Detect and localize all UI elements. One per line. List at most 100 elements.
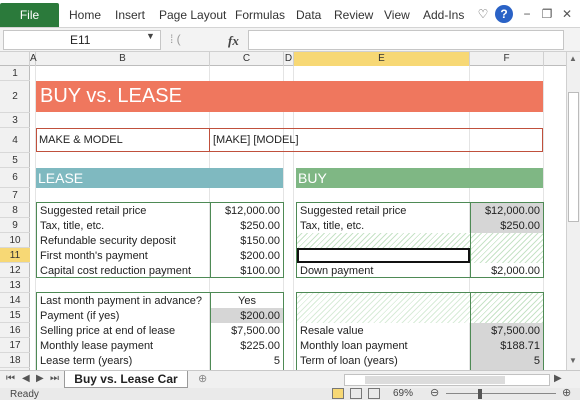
sheet-tab-buy-vs-lease[interactable]: Buy vs. Lease Car xyxy=(64,371,188,388)
lease-header: LEASE xyxy=(36,168,283,188)
row-header[interactable]: 14 xyxy=(0,293,30,308)
lease-table-2: Last month payment in advance? Yes Payme… xyxy=(36,292,284,370)
lease-value[interactable]: $12,000.00 xyxy=(211,204,283,218)
zoom-level[interactable]: 69% xyxy=(393,388,413,399)
tab-page-layout[interactable]: Page Layout xyxy=(159,8,226,22)
scroll-right-icon[interactable]: ▶ xyxy=(554,373,562,384)
row-header[interactable]: 16 xyxy=(0,323,30,338)
buy-value[interactable]: 5 xyxy=(471,354,543,368)
select-all-corner[interactable] xyxy=(0,52,30,66)
restore-window-icon[interactable]: ❐ xyxy=(538,5,556,23)
help-icon[interactable]: ? xyxy=(495,5,513,23)
normal-view-icon[interactable] xyxy=(332,388,344,399)
horizontal-scrollbar[interactable] xyxy=(344,374,550,386)
next-sheet-icon[interactable]: ▶ xyxy=(36,373,44,384)
zoom-slider[interactable] xyxy=(446,393,556,394)
formula-input[interactable] xyxy=(248,30,564,50)
status-text: Ready xyxy=(10,389,39,400)
zoom-in-icon[interactable]: ⊕ xyxy=(562,386,571,399)
zoom-out-icon[interactable]: ⊖ xyxy=(430,386,439,399)
buy-value[interactable]: $250.00 xyxy=(471,219,543,233)
zoom-slider-thumb[interactable] xyxy=(478,389,482,399)
scrollbar-thumb[interactable] xyxy=(365,376,505,384)
row-header[interactable]: 15 xyxy=(0,308,30,323)
page-layout-view-icon[interactable] xyxy=(350,388,362,399)
scrollbar-thumb[interactable] xyxy=(568,92,579,222)
formula-bar: E11 ▼ ⁞ ( fx xyxy=(0,28,580,52)
row-header[interactable]: 6 xyxy=(0,168,30,188)
first-sheet-icon[interactable]: ⏮ xyxy=(6,373,15,384)
lease-label: Tax, title, etc. xyxy=(40,220,105,232)
page-break-view-icon[interactable] xyxy=(368,388,380,399)
new-sheet-icon[interactable]: ⊕ xyxy=(198,372,207,385)
close-icon[interactable]: ✕ xyxy=(558,5,576,23)
tab-home[interactable]: Home xyxy=(69,8,101,22)
lease-table: Suggested retail price $12,000.00 Tax, t… xyxy=(36,202,284,278)
row-header[interactable]: 18 xyxy=(0,353,30,368)
tab-formulas[interactable]: Formulas xyxy=(235,8,285,22)
make-model-value[interactable]: [MAKE] [MODEL] xyxy=(213,133,299,147)
row-header[interactable]: 9 xyxy=(0,218,30,233)
column-header-b[interactable]: B xyxy=(36,52,210,66)
tab-data[interactable]: Data xyxy=(296,8,321,22)
worksheet-grid[interactable]: BUY vs. LEASE MAKE & MODEL [MAKE] [MODEL… xyxy=(30,66,566,370)
buy-value[interactable]: $188.71 xyxy=(471,339,543,353)
lease-value[interactable]: $200.00 xyxy=(211,309,283,323)
tab-view[interactable]: View xyxy=(384,8,410,22)
row-header[interactable]: 17 xyxy=(0,338,30,353)
lease-value[interactable]: $250.00 xyxy=(211,219,283,233)
lease-value[interactable]: $7,500.00 xyxy=(211,324,283,338)
row-header[interactable]: 5 xyxy=(0,153,30,168)
lease-value[interactable]: $100.00 xyxy=(211,264,283,278)
buy-label: Term of loan (years) xyxy=(300,355,398,367)
last-sheet-icon[interactable]: ⏭ xyxy=(50,373,59,384)
column-header-f[interactable]: F xyxy=(470,52,544,66)
tab-insert[interactable]: Insert xyxy=(115,8,145,22)
row-headers: 1 2 3 4 5 6 7 8 9 10 11 12 13 14 15 16 1… xyxy=(0,66,30,383)
vertical-scrollbar[interactable]: ▲ ▼ xyxy=(566,52,580,370)
heart-icon[interactable]: ♡ xyxy=(474,5,492,23)
buy-value[interactable]: $2,000.00 xyxy=(471,264,543,278)
row-header[interactable]: 12 xyxy=(0,263,30,278)
scroll-down-icon[interactable]: ▼ xyxy=(569,356,577,365)
minimize-ribbon-icon[interactable]: − xyxy=(518,5,536,23)
lease-label: Selling price at end of lease xyxy=(40,325,176,337)
lease-value[interactable]: $150.00 xyxy=(211,234,283,248)
divider xyxy=(209,129,210,151)
column-header-e[interactable]: E xyxy=(294,52,470,66)
ribbon: File Home Insert Page Layout Formulas Da… xyxy=(0,0,580,28)
buy-value[interactable]: $12,000.00 xyxy=(471,204,543,218)
lease-value[interactable]: $200.00 xyxy=(211,249,283,263)
row-header[interactable]: 1 xyxy=(0,66,30,81)
tab-add-ins[interactable]: Add-Ins xyxy=(423,8,464,22)
row-header[interactable]: 11 xyxy=(0,248,30,263)
hatched-cell xyxy=(471,233,543,263)
buy-label: Suggested retail price xyxy=(300,205,407,217)
name-box[interactable]: E11 xyxy=(3,30,161,50)
chevron-down-icon[interactable]: ▼ xyxy=(146,31,155,41)
lease-value[interactable]: 5 xyxy=(211,354,283,368)
tab-review[interactable]: Review xyxy=(334,8,373,22)
active-cell-e11[interactable] xyxy=(297,248,470,263)
lease-label: Suggested retail price xyxy=(40,205,147,217)
buy-table-2: Resale value $7,500.00 Monthly loan paym… xyxy=(296,292,544,370)
hatched-cell xyxy=(471,293,543,323)
lease-value[interactable]: Yes xyxy=(211,294,283,308)
lease-value[interactable]: $225.00 xyxy=(211,339,283,353)
row-header[interactable]: 3 xyxy=(0,113,30,128)
scroll-up-icon[interactable]: ▲ xyxy=(569,54,577,63)
row-header[interactable]: 7 xyxy=(0,188,30,203)
column-header-c[interactable]: C xyxy=(210,52,284,66)
lease-label: Lease term (years) xyxy=(40,355,133,367)
function-icon[interactable]: fx xyxy=(228,33,239,49)
row-header[interactable]: 2 xyxy=(0,81,30,113)
row-header[interactable]: 8 xyxy=(0,203,30,218)
column-header-d[interactable]: D xyxy=(284,52,294,66)
prev-sheet-icon[interactable]: ◀ xyxy=(22,373,30,384)
row-header[interactable]: 4 xyxy=(0,128,30,153)
row-header[interactable]: 10 xyxy=(0,233,30,248)
buy-value[interactable]: $7,500.00 xyxy=(471,324,543,338)
row-header[interactable]: 13 xyxy=(0,278,30,293)
buy-label: Monthly loan payment xyxy=(300,340,408,352)
file-tab[interactable]: File xyxy=(0,3,59,27)
